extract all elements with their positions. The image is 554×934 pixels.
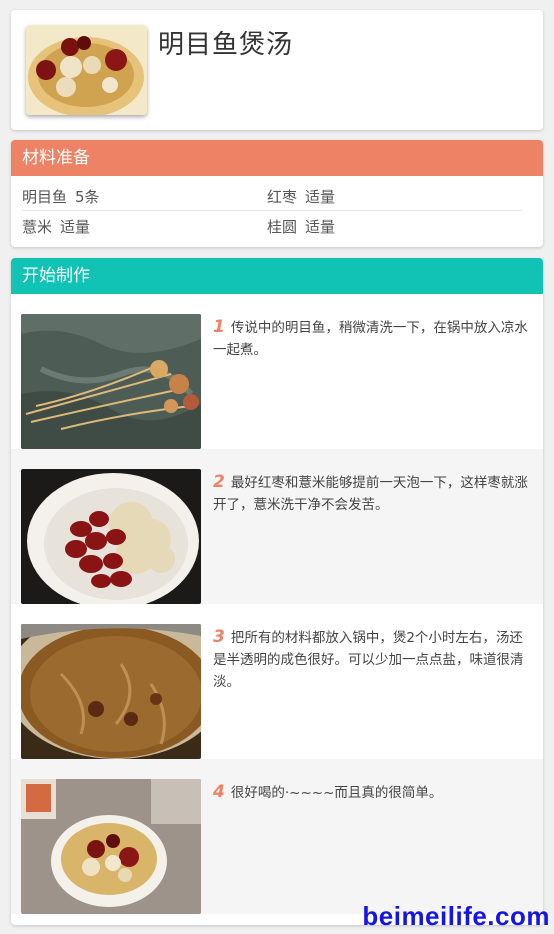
steps-card: 开始制作 1 传说中的明目鱼，稍微清洗一下，在锅中放入凉水一起煮。 2 最好红枣… [11,258,543,925]
step-text: 传说中的明目鱼，稍微清洗一下，在锅中放入凉水一起煮。 [213,320,528,358]
ingredient-name: 明目鱼 [22,188,68,206]
ingredients-card: 材料准备 明目鱼 5条 红枣 适量 薏米 适量 桂圆 适量 [11,140,543,247]
ingredient-name: 红枣 [267,188,298,206]
step-item: 2 最好红枣和薏米能够提前一天泡一下，这样枣就涨开了，薏米洗干净不会发苦。 [11,449,543,604]
step-number: 1 [213,317,225,337]
ingredient-amount: 适量 [305,218,336,236]
step-text: 把所有的材料都放入锅中，煲2个小时左右，汤还是半透明的成色很好。可以少加一点点盐… [213,630,524,690]
ingredient-item: 桂圆 适量 [267,216,335,237]
step-description: 1 传说中的明目鱼，稍微清洗一下，在锅中放入凉水一起煮。 [213,316,531,361]
steps-header: 开始制作 [11,258,543,294]
recipe-thumbnail[interactable] [26,25,147,115]
step-text: 很好喝的·~~~~而且真的很简单。 [230,785,443,801]
step-number: 4 [213,782,225,802]
recipe-header-card: 明目鱼煲汤 [11,10,543,130]
step-item: 4 很好喝的·~~~~而且真的很简单。 [11,759,543,914]
step-description: 4 很好喝的·~~~~而且真的很简单。 [213,781,531,804]
watermark-text: beimeilife.com [362,901,550,931]
recipe-title: 明目鱼煲汤 [158,30,294,60]
step-description: 3 把所有的材料都放入锅中，煲2个小时左右，汤还是半透明的成色很好。可以少加一点点… [213,626,531,693]
ingredient-amount: 5条 [75,188,100,206]
step-photo[interactable] [21,779,201,914]
ingredient-name: 薏米 [22,218,53,236]
ingredient-item: 薏米 适量 [22,216,90,237]
step-photo[interactable] [21,314,201,449]
step-item: 3 把所有的材料都放入锅中，煲2个小时左右，汤还是半透明的成色很好。可以少加一点点… [11,604,543,759]
ingredients-list: 明目鱼 5条 红枣 适量 薏米 适量 桂圆 适量 [11,176,543,247]
ingredient-item: 明目鱼 5条 [22,186,100,207]
ingredients-row: 明目鱼 5条 红枣 适量 [22,181,522,211]
step-photo[interactable] [21,469,201,604]
step-number: 2 [213,472,225,492]
step-item: 1 传说中的明目鱼，稍微清洗一下，在锅中放入凉水一起煮。 [11,294,543,449]
step-description: 2 最好红枣和薏米能够提前一天泡一下，这样枣就涨开了，薏米洗干净不会发苦。 [213,471,531,516]
ingredient-name: 桂圆 [267,218,298,236]
ingredient-item: 红枣 适量 [267,186,335,207]
ingredients-row: 薏米 适量 桂圆 适量 [22,211,522,241]
step-text: 最好红枣和薏米能够提前一天泡一下，这样枣就涨开了，薏米洗干净不会发苦。 [213,475,528,513]
step-number: 3 [213,627,225,647]
ingredient-amount: 适量 [60,218,91,236]
ingredient-amount: 适量 [305,188,336,206]
step-photo[interactable] [21,624,201,759]
ingredients-header: 材料准备 [11,140,543,176]
